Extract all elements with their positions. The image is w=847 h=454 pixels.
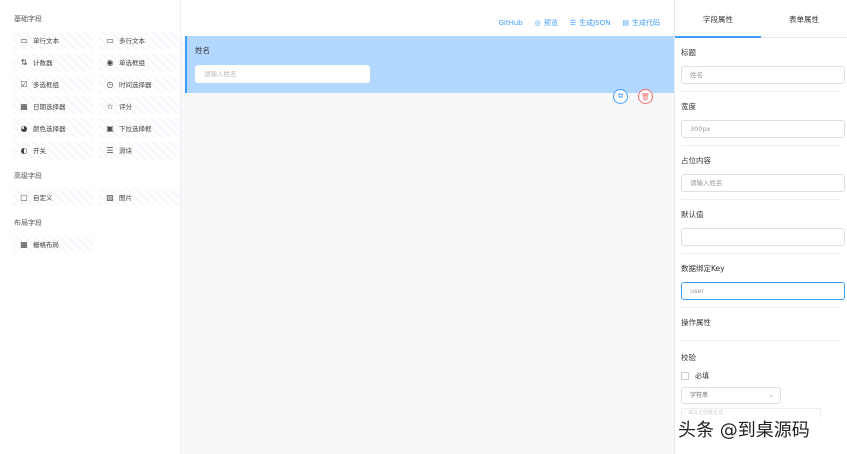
- design-area: GitHub ◎ 预览 ☰ 生成JSON ▤ 生成代码 姓名 请输入姓名 ⧉ 🗑: [180, 0, 675, 454]
- basic-field-item[interactable]: ▭ 多行文本: [98, 31, 180, 49]
- title-label: 标题: [681, 48, 696, 57]
- switch-icon: ◐: [20, 145, 28, 155]
- form-canvas[interactable]: 姓名 请输入姓名 ⧉ 🗑: [181, 36, 675, 454]
- type-select[interactable]: 字符串 ⌄: [681, 387, 781, 404]
- custom-icon: ▢: [20, 192, 28, 202]
- checkbox-icon: ☑: [20, 79, 28, 89]
- basic-field-item-label: 日期选择器: [33, 103, 66, 111]
- tab-field-properties[interactable]: 字段属性: [675, 0, 761, 38]
- basic-field-item-label: 滑块: [119, 147, 132, 155]
- basic-field-item[interactable]: ◐ 开关: [12, 141, 94, 159]
- advanced-field-item-label: 图片: [119, 194, 132, 202]
- watermark-text: 头条 @到桌源码: [678, 420, 810, 441]
- required-label: 必填: [695, 372, 709, 380]
- basic-field-item[interactable]: ▣ 下拉选择框: [98, 119, 180, 137]
- generate-json-button[interactable]: ☰ 生成JSON: [570, 18, 611, 28]
- radio-icon: ◉: [106, 57, 114, 67]
- single-line-text-icon: ▭: [20, 35, 28, 45]
- basic-field-item-label: 单行文本: [33, 37, 59, 45]
- operation-prop: 操作属性: [675, 318, 847, 341]
- basic-field-item-label: 下拉选择框: [119, 125, 152, 133]
- width-label: 宽度: [681, 102, 696, 111]
- placeholder-prop: 占位内容 请输入姓名: [675, 156, 847, 200]
- layout-fields-title: 布局字段: [14, 219, 42, 227]
- required-checkbox-row[interactable]: 必填: [681, 371, 841, 381]
- multi-line-text-icon: ▭: [106, 35, 114, 45]
- basic-field-item[interactable]: ☆ 评分: [98, 97, 180, 115]
- generate-code-button[interactable]: ▤ 生成代码: [622, 18, 660, 28]
- image-icon: ▨: [106, 192, 114, 202]
- copy-icon[interactable]: ⧉: [613, 89, 628, 104]
- document-icon: ▤: [622, 19, 629, 27]
- field-input-preview: 请输入姓名: [195, 65, 370, 83]
- properties-tabs: 字段属性 表单属性: [675, 0, 847, 38]
- github-link[interactable]: GitHub: [498, 18, 522, 28]
- basic-field-item[interactable]: ⇅ 计数器: [12, 53, 94, 71]
- advanced-fields-title: 高级字段: [14, 172, 42, 180]
- title-input[interactable]: 姓名: [681, 66, 845, 84]
- basic-field-item-label: 颜色选择器: [33, 125, 66, 133]
- counter-icon: ⇅: [20, 57, 28, 67]
- advanced-fields-grid: ▢ 自定义 ▨ 图片: [12, 188, 180, 206]
- properties-panel: 字段属性 表单属性 标题 姓名 宽度 300px 占位内容 请输入姓名 默认值 …: [674, 0, 847, 454]
- basic-field-item-label: 时间选择器: [119, 81, 152, 89]
- data-key-label: 数据绑定Key: [681, 264, 725, 273]
- component-panel: 基础字段 ▭ 单行文本 ▭ 多行文本 ⇅ 计数器 ◉ 单选框组 ☑ 多选框组 ◷ 时间选择器 ▦ 日期选择…: [0, 0, 180, 454]
- slider-icon: ☰: [106, 145, 114, 155]
- chevron-down-icon: ⌄: [768, 391, 774, 399]
- advanced-field-item-label: 自定义: [33, 194, 53, 202]
- basic-field-item-label: 多行文本: [119, 37, 145, 45]
- advanced-field-item[interactable]: ▨ 图片: [98, 188, 180, 206]
- basic-field-item-label: 开关: [33, 147, 46, 155]
- basic-fields-grid: ▭ 单行文本 ▭ 多行文本 ⇅ 计数器 ◉ 单选框组 ☑ 多选框组 ◷ 时间选择器 ▦ 日期选择器 ☆ 评分 ◕…: [12, 31, 180, 159]
- default-value-label: 默认值: [681, 210, 704, 219]
- clock-icon: ◷: [106, 79, 114, 89]
- layout-fields-grid: ▦ 栅格布局: [12, 235, 172, 253]
- star-icon: ☆: [106, 101, 114, 111]
- operation-label: 操作属性: [681, 318, 711, 327]
- placeholder-input[interactable]: 请输入姓名: [681, 174, 845, 192]
- basic-field-item-label: 评分: [119, 103, 132, 111]
- calendar-icon: ▦: [20, 101, 28, 111]
- toolbar: GitHub ◎ 预览 ☰ 生成JSON ▤ 生成代码: [498, 18, 660, 28]
- default-value-input[interactable]: [681, 228, 845, 246]
- basic-field-item[interactable]: ◕ 颜色选择器: [12, 119, 94, 137]
- preview-button[interactable]: ◎ 预览: [535, 18, 558, 28]
- width-prop: 宽度 300px: [675, 102, 847, 146]
- basic-fields-title: 基础字段: [14, 15, 42, 23]
- basic-field-item[interactable]: ☰ 滑块: [98, 141, 180, 159]
- title-prop: 标题 姓名: [675, 48, 847, 92]
- delete-icon[interactable]: 🗑: [638, 89, 653, 104]
- grid-icon: ▦: [20, 239, 28, 249]
- basic-field-item[interactable]: ◷ 时间选择器: [98, 75, 180, 93]
- eye-icon: ◎: [534, 19, 541, 27]
- basic-field-item-label: 计数器: [33, 59, 53, 67]
- basic-field-item[interactable]: ☑ 多选框组: [12, 75, 94, 93]
- layout-field-item-label: 栅格布局: [33, 241, 59, 249]
- dropdown-icon: ▣: [106, 123, 114, 133]
- list-icon: ☰: [569, 19, 577, 27]
- tab-form-properties[interactable]: 表单属性: [761, 0, 847, 37]
- width-input[interactable]: 300px: [681, 120, 845, 138]
- default-value-prop: 默认值: [675, 210, 847, 254]
- validation-label: 校验: [681, 353, 696, 362]
- field-label: 姓名: [195, 46, 210, 55]
- basic-field-item-label: 单选框组: [119, 59, 145, 67]
- placeholder-label: 占位内容: [681, 156, 711, 165]
- basic-field-item-label: 多选框组: [33, 81, 59, 89]
- basic-field-item[interactable]: ▦ 日期选择器: [12, 97, 94, 115]
- data-key-prop: 数据绑定Key user: [675, 264, 847, 308]
- validation-prop: 校验 必填 字符串 ⌄ 填写正则表达式: [675, 353, 847, 418]
- required-checkbox[interactable]: [681, 372, 689, 380]
- basic-field-item[interactable]: ▭ 单行文本: [12, 31, 94, 49]
- selected-form-item[interactable]: 姓名 请输入姓名: [185, 36, 675, 93]
- layout-field-item[interactable]: ▦ 栅格布局: [12, 235, 94, 253]
- advanced-field-item[interactable]: ▢ 自定义: [12, 188, 94, 206]
- data-key-input[interactable]: user: [681, 282, 845, 300]
- palette-icon: ◕: [20, 123, 28, 133]
- basic-field-item[interactable]: ◉ 单选框组: [98, 53, 180, 71]
